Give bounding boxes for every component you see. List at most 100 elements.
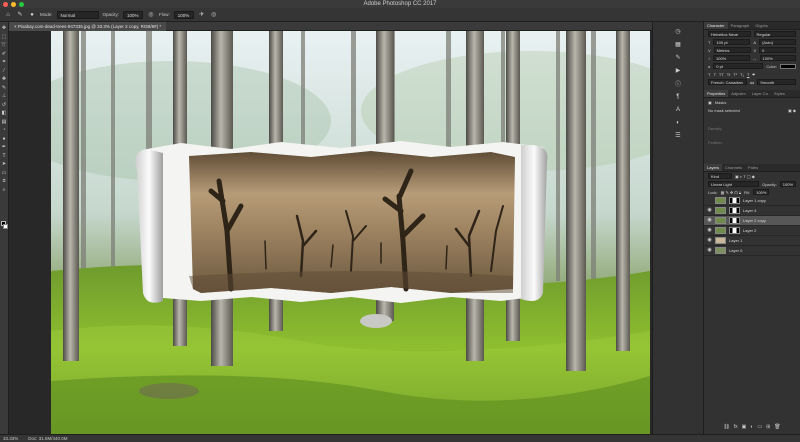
tab-layer-comps[interactable]: Layer Co — [749, 90, 771, 97]
shape-icon[interactable]: ▭ — [1, 170, 8, 177]
info-panel-icon[interactable]: ⓘ — [675, 80, 682, 88]
subscript-icon[interactable]: T₁ — [740, 72, 744, 77]
mode-select[interactable]: Normal — [56, 10, 99, 19]
horizontal-scale-field[interactable]: 100% — [759, 55, 796, 61]
adjustments-panel-icon[interactable]: ◐ — [675, 119, 682, 126]
stamp-icon[interactable]: ⊥ — [1, 93, 8, 100]
airbrush-icon[interactable]: ✈ — [198, 11, 206, 19]
brush-size-icon[interactable]: ● — [28, 11, 36, 19]
visibility-eye-icon[interactable]: ◉ — [707, 218, 712, 223]
visibility-eye-icon[interactable] — [707, 198, 712, 203]
pressure-size-icon[interactable]: ◎ — [210, 11, 218, 19]
tab-styles[interactable]: Styles — [771, 90, 788, 97]
visibility-eye-icon[interactable]: ◉ — [707, 238, 712, 243]
tab-adjustments[interactable]: Adjustm — [728, 90, 748, 97]
layer-row[interactable]: ◉ Layer 0 — [704, 246, 800, 256]
brush-icon[interactable]: ✎ — [1, 85, 8, 92]
history-panel-icon[interactable]: ◷ — [675, 28, 682, 35]
add-mask-icon[interactable]: ▣ — [742, 424, 747, 432]
minimize-window-button[interactable] — [11, 1, 16, 7]
tab-properties[interactable]: Properties — [704, 90, 729, 97]
new-layer-icon[interactable]: ⊞ — [766, 424, 770, 432]
layer-opacity-field[interactable]: 100% — [779, 181, 796, 187]
close-window-button[interactable] — [3, 1, 8, 7]
tab-glyphs[interactable]: Glyphs — [752, 22, 770, 29]
tab-channels[interactable]: Channels — [722, 164, 745, 171]
healing-icon[interactable]: ✚ — [1, 76, 8, 83]
baseline-field[interactable]: 0 pt — [713, 63, 764, 69]
anti-alias-select[interactable]: Smooth — [757, 79, 797, 85]
visibility-eye-icon[interactable]: ◉ — [707, 208, 712, 213]
faux-italic-icon[interactable]: T — [713, 72, 715, 77]
move-icon[interactable]: ✥ — [1, 25, 8, 32]
pressure-opacity-icon[interactable]: ◎ — [147, 11, 155, 19]
swatches-panel-icon[interactable]: ▦ — [675, 41, 682, 48]
history-brush-icon[interactable]: ↺ — [1, 102, 8, 109]
layer-row[interactable]: ◉ Layer 2 — [704, 226, 800, 236]
layer-row[interactable]: ◉ Layer 1 — [704, 236, 800, 246]
fx-icon[interactable]: fx — [734, 424, 738, 432]
marquee-icon[interactable]: ⬚ — [1, 34, 8, 41]
brush-preset-icon[interactable]: ✎ — [16, 11, 24, 19]
underline-icon[interactable]: T — [747, 72, 749, 77]
document-canvas[interactable] — [51, 31, 650, 434]
fill-field[interactable]: 100% — [753, 189, 770, 195]
zoom-window-button[interactable] — [19, 1, 24, 7]
trash-icon[interactable]: 🗑︎ — [774, 424, 780, 432]
opacity-field[interactable]: 100% — [123, 10, 144, 19]
layer-mask-thumbnail[interactable] — [729, 207, 740, 214]
layer-mask-thumbnail[interactable] — [729, 217, 740, 224]
layer-row[interactable]: ◉ Layer 2 copy — [704, 216, 800, 226]
flow-field[interactable]: 100% — [173, 10, 194, 19]
crop-icon[interactable]: ⌗ — [1, 59, 8, 66]
libraries-panel-icon[interactable]: ☰ — [675, 132, 682, 139]
actions-panel-icon[interactable]: ▶ — [675, 67, 682, 74]
group-icon[interactable]: ▭ — [757, 424, 762, 432]
filter-icons[interactable]: ▣ ◐ T ▢ ◆ — [735, 174, 755, 179]
hand-icon[interactable]: ✋︎ — [1, 178, 8, 185]
adjustment-layer-icon[interactable]: ◐ — [750, 424, 753, 432]
character-styles-icon[interactable]: A — [675, 106, 682, 113]
lock-icons[interactable]: ▦ ✎ ✥ ⊡ 🔒︎ — [721, 190, 741, 195]
layer-row[interactable]: Layer 1 copy — [704, 196, 800, 206]
dodge-icon[interactable]: ● — [1, 136, 8, 143]
background-color-swatch[interactable] — [3, 224, 8, 229]
strikethrough-icon[interactable]: T — [752, 72, 754, 77]
tab-character[interactable]: Character — [704, 22, 728, 29]
canvas-area[interactable] — [9, 31, 652, 434]
gradient-icon[interactable]: ▤ — [1, 119, 8, 126]
link-layers-icon[interactable]: ⛓ — [723, 424, 729, 432]
zoom-level[interactable]: 33.33% — [3, 435, 18, 442]
tab-paths[interactable]: Paths — [745, 164, 761, 171]
vertical-scale-field[interactable]: 100% — [713, 55, 750, 61]
tracking-field[interactable]: 0 — [759, 47, 796, 53]
language-select[interactable]: French: Canadian — [708, 79, 747, 85]
pixel-mask-icon[interactable]: ▣ — [708, 100, 712, 105]
faux-bold-icon[interactable]: T — [708, 72, 710, 77]
layer-mask-thumbnail[interactable] — [729, 227, 740, 234]
leading-field[interactable]: (Auto) — [759, 39, 796, 45]
document-tab[interactable]: × Pixabay.com-dead-trees-947335.jpg @ 33… — [9, 22, 167, 31]
path-select-icon[interactable]: ➤ — [1, 161, 8, 168]
font-family-select[interactable]: Helvetica Neue — [708, 31, 751, 37]
text-color-swatch[interactable] — [780, 63, 796, 69]
quick-select-icon[interactable]: ✐ — [1, 51, 8, 58]
layer-filter-select[interactable]: Kind — [708, 173, 732, 179]
zoom-icon[interactable]: ⌕ — [1, 187, 8, 194]
lasso-icon[interactable]: ➰ — [1, 42, 8, 49]
eraser-icon[interactable]: ◧ — [1, 110, 8, 117]
brush-panel-icon[interactable]: ✎ — [675, 54, 682, 61]
font-style-select[interactable]: Regular — [753, 31, 796, 37]
tab-paragraph[interactable]: Paragraph — [728, 22, 753, 29]
blur-icon[interactable]: ◔ — [1, 127, 8, 134]
blend-mode-select[interactable]: Linear Light — [708, 181, 760, 187]
pen-icon[interactable]: ✒ — [1, 144, 8, 151]
paragraph-styles-icon[interactable]: ¶ — [675, 93, 682, 100]
kerning-field[interactable]: Metrics — [713, 47, 751, 53]
small-caps-icon[interactable]: Tt — [727, 72, 731, 77]
layer-mask-thumbnail[interactable] — [729, 197, 740, 204]
ps-home-icon[interactable]: ⌂ — [4, 11, 12, 19]
tab-layers[interactable]: Layers — [704, 164, 723, 171]
all-caps-icon[interactable]: TT — [719, 72, 724, 77]
visibility-eye-icon[interactable]: ◉ — [707, 228, 712, 233]
